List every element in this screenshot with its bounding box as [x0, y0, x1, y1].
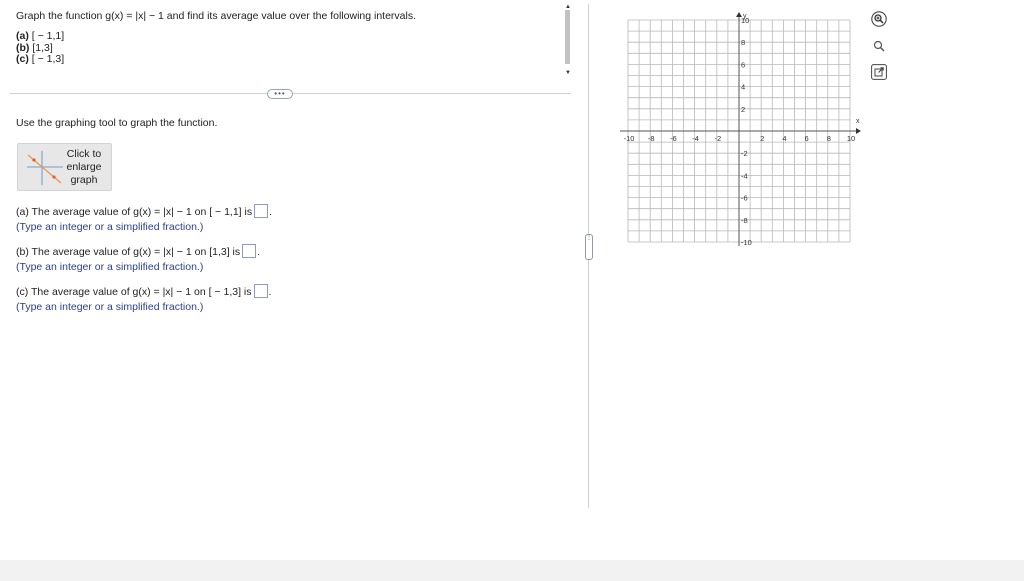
y-tick-label: -8: [741, 216, 748, 225]
question-pane: Graph the function g(x) = |x| − 1 and fi…: [0, 0, 575, 560]
coordinate-graph[interactable]: x y -10 -8 -6 -4 -2 2 4 6 8 10108642-2-4-6-8-10: [620, 12, 865, 257]
pane-resize-handle[interactable]: ⋮: [585, 234, 593, 260]
scroll-thumb[interactable]: [565, 10, 570, 64]
question-b: (b) The average value of g(x) = |x| − 1 …: [16, 244, 261, 273]
footer-bar: [0, 560, 1024, 581]
interval-list: (a) [ − 1,1] (b) [1,3] (c) [ − 1,3]: [16, 30, 416, 66]
question-c: (c) The average value of g(x) = |x| − 1 …: [16, 284, 272, 313]
x-tick-label: -8: [648, 134, 655, 143]
interval-c: (c) [ − 1,3]: [16, 53, 65, 65]
x-tick-label: 10: [847, 134, 855, 143]
open-external-icon[interactable]: [871, 64, 887, 80]
y-tick-label: -6: [741, 194, 748, 203]
problem-block: Graph the function g(x) = |x| − 1 and fi…: [16, 9, 416, 66]
question-c-text: (c) The average value of g(x) = |x| − 1 …: [16, 286, 252, 298]
x-tick-label: -10: [624, 134, 635, 143]
y-tick-label: 10: [741, 16, 749, 25]
x-tick-label: -6: [670, 134, 677, 143]
x-tick-label: 8: [827, 134, 831, 143]
y-tick-label: -10: [741, 238, 752, 247]
expand-more-button[interactable]: •••: [267, 89, 293, 99]
interval-a: (a) [ − 1,1]: [16, 30, 65, 42]
question-b-text: (b) The average value of g(x) = |x| − 1 …: [16, 246, 241, 258]
enlarge-graph-label: Click to enlarge graph: [66, 148, 102, 186]
question-c-hint: (Type an integer or a simplified fractio…: [16, 301, 204, 313]
graph-thumbnail-icon: [27, 151, 63, 185]
zoom-in-icon[interactable]: [871, 11, 887, 27]
x-tick-label: -2: [714, 134, 721, 143]
question-a: (a) The average value of g(x) = |x| − 1 …: [16, 204, 273, 233]
y-tick-label: 6: [741, 60, 745, 69]
y-tick-label: 8: [741, 38, 745, 47]
x-tick-label: 2: [760, 134, 764, 143]
question-a-text: (a) The average value of g(x) = |x| − 1 …: [16, 206, 253, 218]
x-axis-arrow-icon: [856, 128, 861, 134]
x-tick-label: 6: [805, 134, 809, 143]
x-tick-label: 4: [782, 134, 786, 143]
enlarge-graph-button[interactable]: Click to enlarge graph: [17, 143, 112, 191]
zoom-out-icon[interactable]: [871, 38, 887, 54]
problem-scrollbar[interactable]: ▲ ▼: [565, 4, 571, 76]
y-tick-label: -2: [741, 149, 748, 158]
problem-statement: Graph the function g(x) = |x| − 1 and fi…: [16, 10, 417, 22]
instruction-text: Use the graphing tool to graph the funct…: [16, 117, 218, 129]
y-tick-label: -4: [741, 171, 748, 180]
question-b-hint: (Type an integer or a simplified fractio…: [16, 261, 204, 273]
question-a-hint: (Type an integer or a simplified fractio…: [16, 221, 204, 233]
answer-b-input[interactable]: [242, 244, 257, 258]
answer-a-input[interactable]: [254, 204, 269, 218]
x-axis-label: x: [856, 118, 860, 125]
y-tick-label: 4: [741, 83, 745, 92]
x-tick-label: -4: [692, 134, 699, 143]
answer-c-input[interactable]: [253, 284, 268, 298]
interval-b: (b) [1,3]: [16, 41, 53, 54]
scroll-down-arrow-icon[interactable]: ▼: [565, 70, 571, 76]
y-tick-label: 2: [741, 105, 745, 114]
